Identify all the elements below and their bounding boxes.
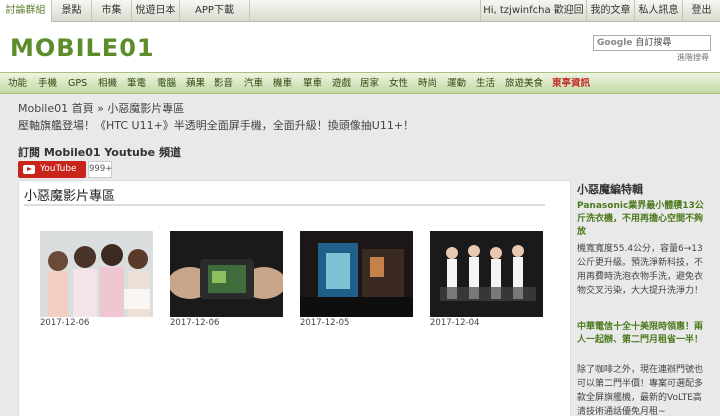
promo-banner-text[interactable]: 壓軸旗艦登場！《HTC U11+》半透明全面屏手機，全面升級！換頭像抽U11+！	[18, 117, 414, 133]
video-thumbnail[interactable]	[40, 231, 153, 317]
tab-japan-travel[interactable]: 悅遊日本	[132, 0, 180, 22]
sidebar-article-headline[interactable]: 中華電信十全十美限時領惠！兩人一起辦、第二門月租省一半！	[577, 321, 707, 347]
sidebar-article-headline[interactable]: Panasonic業界最小體積13公斤洗衣機，不用再擔心空間不夠放	[577, 200, 707, 239]
nav-item[interactable]: 電腦	[157, 73, 176, 95]
nav-item-hot[interactable]: 東亭資訊	[552, 73, 590, 95]
nav-item[interactable]: 機車	[273, 73, 292, 95]
sidebar-title: 小惡魔編特輯	[577, 183, 643, 196]
sidebar-article-body: 除了咖啡之外，現在連辦門號也可以第二門半價！專案可選配多款全屏旗艦機，最新的Vo…	[577, 365, 704, 416]
tab-spots[interactable]: 景點	[52, 0, 92, 22]
youtube-label: YouTube	[40, 164, 77, 174]
nav-item[interactable]: 汽車	[244, 73, 263, 95]
video-date: 2017-12-06	[40, 318, 90, 328]
camera-photo-image	[170, 231, 283, 317]
private-messages-link[interactable]: 私人訊息	[634, 0, 682, 22]
user-greeting-menu[interactable]: Hi, tzjwinfcha 歡迎回來 ▼	[480, 0, 586, 38]
my-articles-link[interactable]: 我的文章	[586, 0, 634, 22]
mobile01-logo[interactable]: MOBILE01	[10, 34, 155, 62]
nav-item[interactable]: 筆電	[127, 73, 146, 95]
youtube-subscribe-button[interactable]: YouTube	[18, 161, 86, 178]
show-girls-image	[430, 231, 543, 317]
nav-item[interactable]: GPS	[68, 73, 87, 95]
models-photo-image	[40, 231, 153, 317]
search-input[interactable]: Google 自訂搜尋	[593, 35, 711, 51]
nav-item[interactable]: 旅遊美食	[505, 73, 543, 95]
video-date: 2017-12-04	[430, 318, 480, 328]
nav-item[interactable]: 相機	[98, 73, 117, 95]
sidebar: 小惡魔編特輯 Panasonic業界最小體積13公斤洗衣機，不用再擔心空間不夠放…	[573, 180, 710, 416]
nav-item[interactable]: 單車	[303, 73, 322, 95]
event-booth-image	[300, 231, 413, 317]
tab-app-download[interactable]: APP下載	[180, 0, 250, 22]
nav-item[interactable]: 運動	[447, 73, 466, 95]
youtube-subscribe-title: 訂閱 Mobile01 Youtube 頻道	[18, 146, 181, 159]
video-thumbnail[interactable]	[430, 231, 543, 317]
tab-market[interactable]: 市集	[92, 0, 132, 22]
advanced-search-link[interactable]: 進階搜尋	[677, 52, 709, 63]
top-bar: 討論群組 景點 市集 悅遊日本 APP下載 Hi, tzjwinfcha 歡迎回…	[0, 0, 720, 38]
nav-item[interactable]: 蘋果	[186, 73, 205, 95]
youtube-subscriber-count: 999+	[88, 161, 112, 178]
nav-item[interactable]: 影音	[214, 73, 233, 95]
logout-link[interactable]: 登出	[682, 0, 720, 22]
nav-item[interactable]: 女性	[389, 73, 408, 95]
youtube-play-icon	[23, 165, 35, 174]
nav-item[interactable]: 時尚	[418, 73, 437, 95]
search-placeholder: 自訂搜尋	[635, 38, 672, 48]
sidebar-article-body: 機寬寬度55.4公分，容量6→13公斤更升級。預洗淨新科技，不用再費時洗泡衣物手…	[577, 244, 704, 296]
page-content: Mobile01 首頁 » 小惡魔影片專區 壓軸旗艦登場！《HTC U11+》半…	[10, 94, 710, 416]
nav-item[interactable]: 遊戲	[332, 73, 351, 95]
nav-item[interactable]: 生活	[476, 73, 495, 95]
video-date: 2017-12-05	[300, 318, 350, 328]
tab-forum[interactable]: 討論群組	[0, 0, 52, 22]
video-date: 2017-12-06	[170, 318, 220, 328]
nav-item[interactable]: 手機	[38, 73, 57, 95]
video-thumbnail[interactable]	[300, 231, 413, 317]
google-brand: Google	[597, 38, 633, 48]
section-divider	[24, 204, 545, 206]
nav-item[interactable]: 功能	[8, 73, 27, 95]
site-header: MOBILE01 Google 自訂搜尋 進階搜尋	[0, 22, 720, 72]
section-title: 小惡魔影片專區	[24, 189, 116, 204]
breadcrumb[interactable]: Mobile01 首頁 » 小惡魔影片專區	[18, 100, 184, 116]
category-nav: 功能 手機 GPS 相機 筆電 電腦 蘋果 影音 汽車 機車 單車 遊戲 居家 …	[0, 72, 720, 94]
nav-item[interactable]: 居家	[360, 73, 379, 95]
video-thumbnail[interactable]	[170, 231, 283, 317]
